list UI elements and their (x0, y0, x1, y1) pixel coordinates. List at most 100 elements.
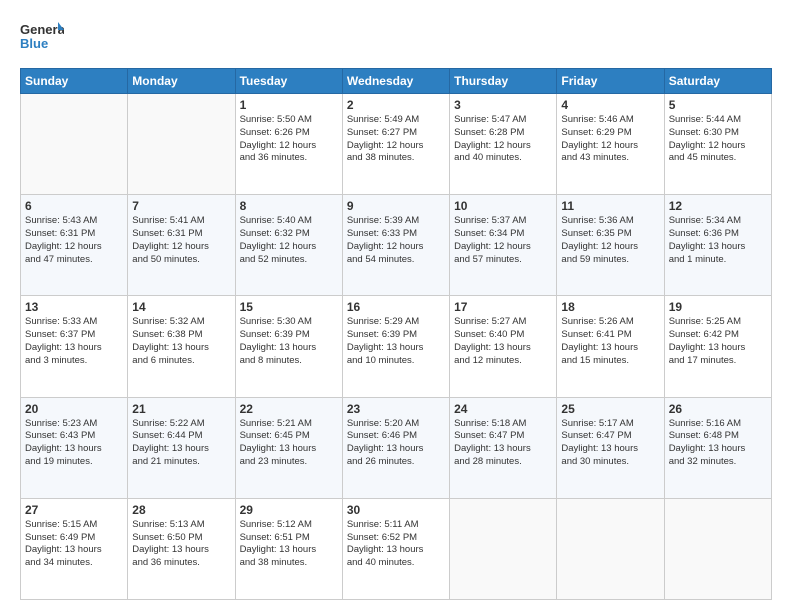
day-number: 6 (25, 199, 123, 213)
calendar-cell: 5 Sunrise: 5:44 AM Sunset: 6:30 PM Daylig… (664, 94, 771, 195)
calendar-cell: 16 Sunrise: 5:29 AM Sunset: 6:39 PM Dayli… (342, 296, 449, 397)
logo: General Blue (20, 18, 64, 58)
calendar-cell (450, 498, 557, 599)
day-number: 7 (132, 199, 230, 213)
calendar-cell: 3Sunrise: 5:47 AM Sunset: 6:28 PM Daylig… (450, 94, 557, 195)
calendar-cell: 13 Sunrise: 5:33 AM Sunset: 6:37 PM Dayli… (21, 296, 128, 397)
weekday-header-row: SundayMondayTuesdayWednesdayThursdayFrid… (21, 69, 772, 94)
calendar-cell: 15Sunrise: 5:30 AM Sunset: 6:39 PM Dayli… (235, 296, 342, 397)
calendar-week-2: 6 Sunrise: 5:43 AM Sunset: 6:31 PM Daylig… (21, 195, 772, 296)
day-number: 9 (347, 199, 445, 213)
day-info: Sunrise: 5:41 AM Sunset: 6:31 PM Dayligh… (132, 215, 230, 266)
calendar-cell (557, 498, 664, 599)
day-info: Sunrise: 5:33 AM Sunset: 6:37 PM Dayligh… (25, 316, 123, 367)
day-number: 21 (132, 402, 230, 416)
day-number: 23 (347, 402, 445, 416)
weekday-header-thursday: Thursday (450, 69, 557, 94)
calendar-cell (664, 498, 771, 599)
calendar-cell (128, 94, 235, 195)
day-info: Sunrise: 5:29 AM Sunset: 6:39 PM Dayligh… (347, 316, 445, 367)
day-info: Sunrise: 5:43 AM Sunset: 6:31 PM Dayligh… (25, 215, 123, 266)
day-info: Sunrise: 5:17 AM Sunset: 6:47 PM Dayligh… (561, 418, 659, 469)
day-number: 29 (240, 503, 338, 517)
day-number: 26 (669, 402, 767, 416)
day-number: 1 (240, 98, 338, 112)
day-info: Sunrise: 5:37 AM Sunset: 6:34 PM Dayligh… (454, 215, 552, 266)
day-info: Sunrise: 5:23 AM Sunset: 6:43 PM Dayligh… (25, 418, 123, 469)
day-info: Sunrise: 5:18 AM Sunset: 6:47 PM Dayligh… (454, 418, 552, 469)
calendar-week-3: 13 Sunrise: 5:33 AM Sunset: 6:37 PM Dayli… (21, 296, 772, 397)
day-number: 4 (561, 98, 659, 112)
calendar-cell: 19 Sunrise: 5:25 AM Sunset: 6:42 PM Dayli… (664, 296, 771, 397)
day-info: Sunrise: 5:21 AM Sunset: 6:45 PM Dayligh… (240, 418, 338, 469)
day-number: 17 (454, 300, 552, 314)
calendar-cell (21, 94, 128, 195)
day-number: 28 (132, 503, 230, 517)
day-info: Sunrise: 5:16 AM Sunset: 6:48 PM Dayligh… (669, 418, 767, 469)
day-info: Sunrise: 5:32 AM Sunset: 6:38 PM Dayligh… (132, 316, 230, 367)
calendar-cell: 7 Sunrise: 5:41 AM Sunset: 6:31 PM Daylig… (128, 195, 235, 296)
page: General Blue SundayMondayTuesdayWednesda… (0, 0, 792, 612)
calendar-cell: 29 Sunrise: 5:12 AM Sunset: 6:51 PM Dayli… (235, 498, 342, 599)
day-number: 14 (132, 300, 230, 314)
calendar-cell: 23 Sunrise: 5:20 AM Sunset: 6:46 PM Dayli… (342, 397, 449, 498)
calendar-week-4: 20Sunrise: 5:23 AM Sunset: 6:43 PM Dayli… (21, 397, 772, 498)
day-number: 25 (561, 402, 659, 416)
svg-text:Blue: Blue (20, 36, 48, 51)
calendar-cell: 9Sunrise: 5:39 AM Sunset: 6:33 PM Daylig… (342, 195, 449, 296)
header: General Blue (20, 18, 772, 58)
day-info: Sunrise: 5:27 AM Sunset: 6:40 PM Dayligh… (454, 316, 552, 367)
calendar-cell: 26 Sunrise: 5:16 AM Sunset: 6:48 PM Dayli… (664, 397, 771, 498)
weekday-header-saturday: Saturday (664, 69, 771, 94)
day-number: 8 (240, 199, 338, 213)
day-info: Sunrise: 5:15 AM Sunset: 6:49 PM Dayligh… (25, 519, 123, 570)
day-number: 13 (25, 300, 123, 314)
calendar-week-1: 1 Sunrise: 5:50 AM Sunset: 6:26 PM Daylig… (21, 94, 772, 195)
weekday-header-friday: Friday (557, 69, 664, 94)
calendar-cell: 24 Sunrise: 5:18 AM Sunset: 6:47 PM Dayli… (450, 397, 557, 498)
day-info: Sunrise: 5:44 AM Sunset: 6:30 PM Dayligh… (669, 114, 767, 165)
calendar-cell: 4 Sunrise: 5:46 AM Sunset: 6:29 PM Daylig… (557, 94, 664, 195)
calendar-cell: 28Sunrise: 5:13 AM Sunset: 6:50 PM Dayli… (128, 498, 235, 599)
day-info: Sunrise: 5:30 AM Sunset: 6:39 PM Dayligh… (240, 316, 338, 367)
day-number: 12 (669, 199, 767, 213)
calendar-cell: 14 Sunrise: 5:32 AM Sunset: 6:38 PM Dayli… (128, 296, 235, 397)
weekday-header-wednesday: Wednesday (342, 69, 449, 94)
day-info: Sunrise: 5:34 AM Sunset: 6:36 PM Dayligh… (669, 215, 767, 266)
day-number: 11 (561, 199, 659, 213)
day-number: 24 (454, 402, 552, 416)
calendar-cell: 10 Sunrise: 5:37 AM Sunset: 6:34 PM Dayli… (450, 195, 557, 296)
day-number: 10 (454, 199, 552, 213)
day-info: Sunrise: 5:12 AM Sunset: 6:51 PM Dayligh… (240, 519, 338, 570)
day-number: 22 (240, 402, 338, 416)
day-number: 18 (561, 300, 659, 314)
day-info: Sunrise: 5:25 AM Sunset: 6:42 PM Dayligh… (669, 316, 767, 367)
weekday-header-sunday: Sunday (21, 69, 128, 94)
calendar-cell: 22 Sunrise: 5:21 AM Sunset: 6:45 PM Dayli… (235, 397, 342, 498)
weekday-header-monday: Monday (128, 69, 235, 94)
day-info: Sunrise: 5:47 AM Sunset: 6:28 PM Dayligh… (454, 114, 552, 165)
calendar-cell: 20Sunrise: 5:23 AM Sunset: 6:43 PM Dayli… (21, 397, 128, 498)
day-number: 19 (669, 300, 767, 314)
calendar-cell: 30 Sunrise: 5:11 AM Sunset: 6:52 PM Dayli… (342, 498, 449, 599)
day-number: 16 (347, 300, 445, 314)
day-info: Sunrise: 5:49 AM Sunset: 6:27 PM Dayligh… (347, 114, 445, 165)
calendar-cell: 8Sunrise: 5:40 AM Sunset: 6:32 PM Daylig… (235, 195, 342, 296)
day-info: Sunrise: 5:50 AM Sunset: 6:26 PM Dayligh… (240, 114, 338, 165)
calendar-cell: 17 Sunrise: 5:27 AM Sunset: 6:40 PM Dayli… (450, 296, 557, 397)
day-info: Sunrise: 5:36 AM Sunset: 6:35 PM Dayligh… (561, 215, 659, 266)
day-info: Sunrise: 5:11 AM Sunset: 6:52 PM Dayligh… (347, 519, 445, 570)
day-info: Sunrise: 5:46 AM Sunset: 6:29 PM Dayligh… (561, 114, 659, 165)
day-number: 2 (347, 98, 445, 112)
day-number: 30 (347, 503, 445, 517)
day-info: Sunrise: 5:26 AM Sunset: 6:41 PM Dayligh… (561, 316, 659, 367)
calendar-cell: 2 Sunrise: 5:49 AM Sunset: 6:27 PM Daylig… (342, 94, 449, 195)
calendar-cell: 6 Sunrise: 5:43 AM Sunset: 6:31 PM Daylig… (21, 195, 128, 296)
day-number: 27 (25, 503, 123, 517)
svg-text:General: General (20, 22, 64, 37)
day-info: Sunrise: 5:22 AM Sunset: 6:44 PM Dayligh… (132, 418, 230, 469)
calendar-table: SundayMondayTuesdayWednesdayThursdayFrid… (20, 68, 772, 600)
day-info: Sunrise: 5:20 AM Sunset: 6:46 PM Dayligh… (347, 418, 445, 469)
calendar-cell: 25 Sunrise: 5:17 AM Sunset: 6:47 PM Dayli… (557, 397, 664, 498)
day-number: 5 (669, 98, 767, 112)
